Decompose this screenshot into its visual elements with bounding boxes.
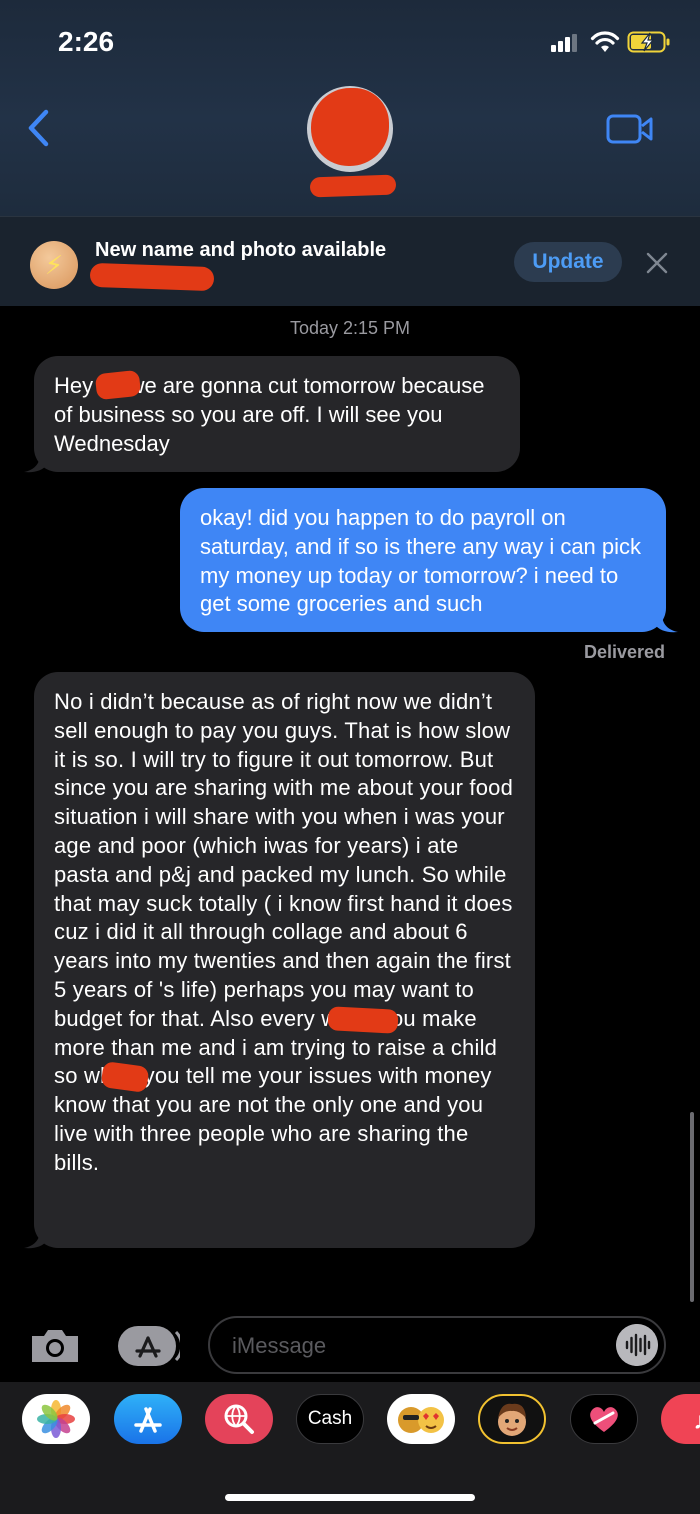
banner-name-redacted (89, 262, 215, 292)
status-time: 2:26 (58, 26, 115, 57)
delivered-status: Delivered (583, 642, 665, 662)
images-search-icon[interactable] (205, 1394, 273, 1444)
redaction-mark (327, 1006, 399, 1034)
back-chevron-icon[interactable] (24, 108, 54, 148)
bubble-tail (24, 1230, 48, 1249)
music-note-icon: ♫ (692, 1404, 700, 1435)
message-bubble-outgoing[interactable]: okay! did you happen to do payroll on sa… (180, 488, 666, 632)
contact-name-redacted[interactable] (309, 174, 397, 198)
battery-charging-icon (627, 31, 670, 53)
message-text: okay! did you happen to do payroll on sa… (200, 505, 642, 617)
photos-icon (37, 1400, 75, 1438)
home-indicator[interactable] (225, 1494, 475, 1501)
app-store-button-icon[interactable] (118, 1326, 180, 1366)
memoji-face-icon (498, 1403, 526, 1436)
contact-avatar[interactable] (307, 86, 393, 172)
message-text: No i didn’t because as of right now we d… (54, 689, 514, 1175)
cellular-signal-icon (551, 34, 581, 52)
bolt-icon: ⚡ (30, 241, 78, 289)
app-store-icon[interactable] (114, 1394, 182, 1444)
wifi-icon (590, 31, 620, 52)
facetime-video-icon[interactable] (606, 112, 654, 146)
thread-timestamp: Today 2:15 PM (289, 318, 411, 338)
memoji-icon[interactable] (478, 1394, 546, 1444)
cash-label: Cash (307, 1408, 353, 1429)
app-store-glyph-icon (134, 1407, 162, 1433)
animoji-icon[interactable] (387, 1394, 455, 1444)
music-icon[interactable]: ♫ (661, 1394, 700, 1444)
bubble-tail (24, 454, 48, 473)
digital-touch-icon[interactable] (570, 1394, 638, 1444)
camera-icon[interactable] (28, 1326, 82, 1366)
message-bubble-incoming[interactable]: No i didn’t because as of right now we d… (34, 672, 535, 1248)
banner-title: New name and photo available (95, 239, 387, 261)
emoji-faces-icon (398, 1407, 444, 1433)
scrollbar[interactable] (690, 1112, 694, 1302)
heart-icon (590, 1407, 618, 1432)
bubble-tail (654, 614, 678, 633)
photos-app-icon[interactable] (22, 1394, 90, 1444)
app-drawer: Cash ♫ (0, 1382, 700, 1514)
redaction-mark (94, 369, 142, 401)
imessage-input[interactable]: iMessage (208, 1316, 666, 1374)
conversation-header: 2:26 (0, 0, 700, 216)
name-photo-banner: ⚡ New name and photo available Update (0, 216, 700, 306)
globe-search-icon (224, 1404, 254, 1434)
update-button[interactable]: Update (514, 242, 622, 282)
input-placeholder: iMessage (232, 1333, 327, 1358)
close-icon[interactable] (645, 251, 669, 275)
audio-waveform-icon[interactable] (616, 1324, 658, 1366)
redaction-mark (311, 88, 389, 166)
apple-cash-icon[interactable]: Cash (296, 1394, 364, 1444)
